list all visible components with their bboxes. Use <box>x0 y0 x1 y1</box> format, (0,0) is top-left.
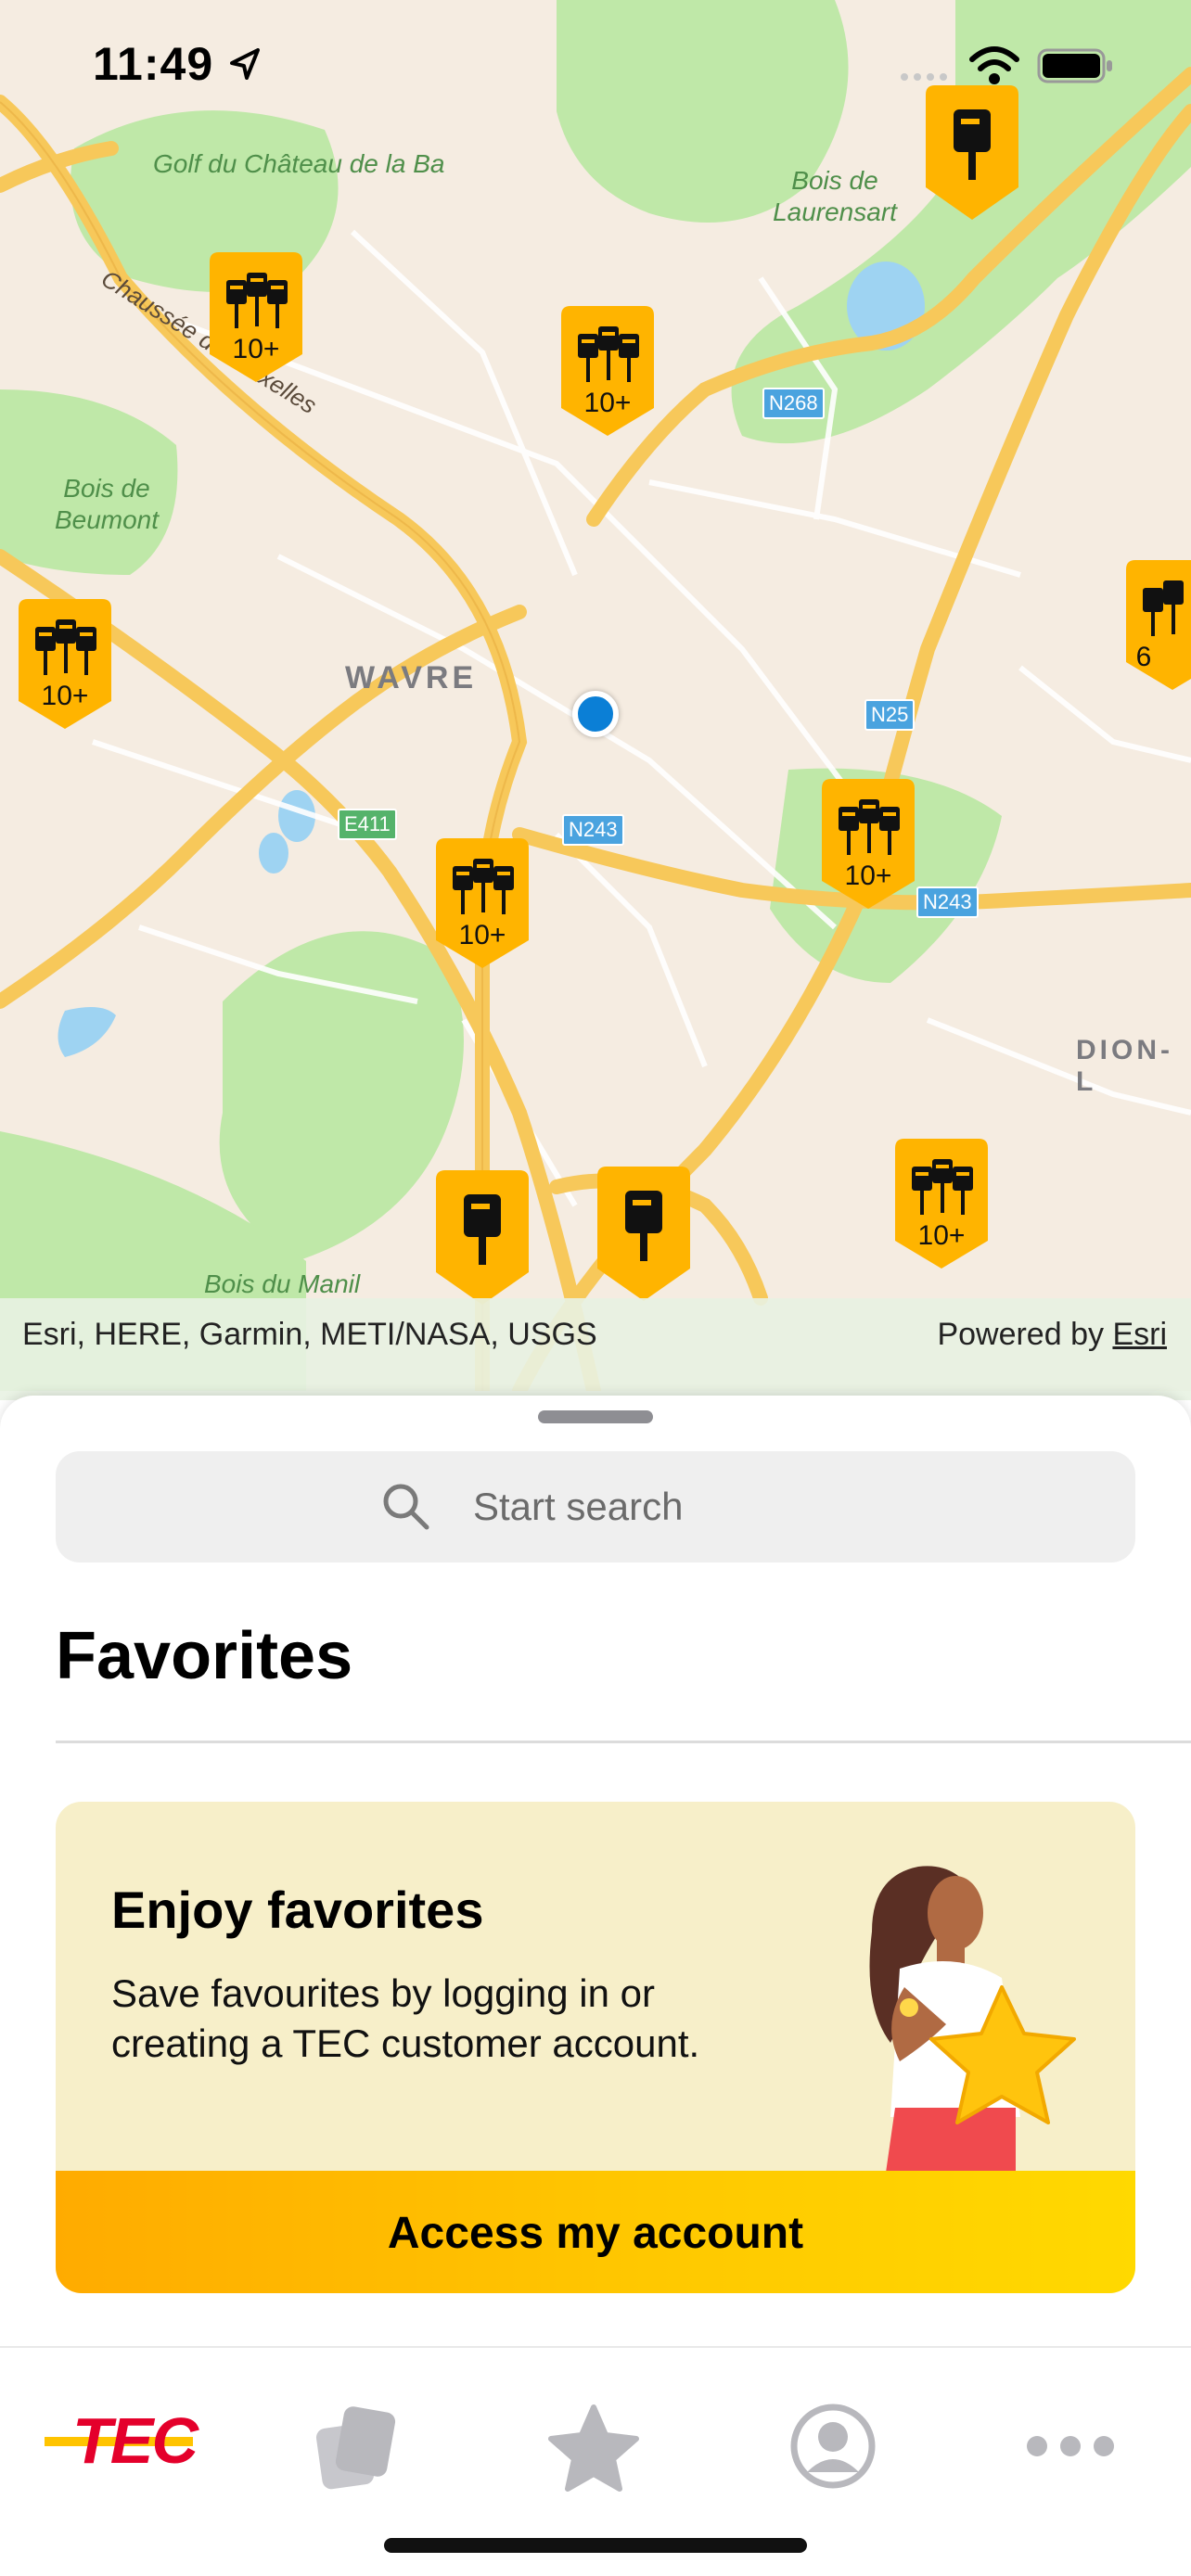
promo-body: Save favourites by logging in or creatin… <box>111 1971 700 2065</box>
road-shield-n268: N268 <box>762 388 825 419</box>
stop-cluster-count: 10+ <box>232 334 280 364</box>
section-divider <box>56 1741 1191 1743</box>
favorites-promo-card: Enjoy favorites Save favourites by loggi… <box>56 1802 1135 2293</box>
road-shield-n25: N25 <box>864 699 916 731</box>
stop-cluster-count: 10+ <box>583 388 632 418</box>
place-label-laurensart: Bois de Laurensart <box>773 166 897 226</box>
woman-holding-star-illustration <box>869 1866 1076 2173</box>
stop-cluster-count: 10+ <box>844 861 892 891</box>
place-label-beumont: Bois de Beumont <box>54 474 160 534</box>
current-location-dot <box>572 691 619 737</box>
esri-link[interactable]: Esri <box>1112 1317 1167 1352</box>
sheet-grabber[interactable] <box>538 1410 653 1423</box>
app-screen: Golf du Château de la Ba Bois de Laurens… <box>0 0 1191 2576</box>
bus-stop-icon <box>597 1167 690 1301</box>
stop-cluster-pin[interactable]: 10+ <box>552 306 663 436</box>
stop-cluster-count: 10+ <box>458 920 506 950</box>
favorites-heading: Favorites <box>56 1619 353 1693</box>
signal-dots-icon <box>901 73 947 81</box>
city-label-dion: DION-L <box>1076 1035 1173 1097</box>
bus-stop-icon <box>436 1170 529 1305</box>
tab-favorites[interactable] <box>501 2366 686 2515</box>
road-shield-e411: E411 <box>338 809 397 840</box>
stop-cluster-pin[interactable]: 10+ <box>813 779 924 909</box>
search-bar[interactable]: Start search <box>56 1451 1135 1562</box>
attribution-powered-by: Powered by Esri <box>937 1317 1167 1353</box>
status-bar: 11:49 <box>0 0 1191 130</box>
promo-title: Enjoy favorites <box>111 1881 484 1939</box>
stop-cluster-count: 10+ <box>41 681 89 711</box>
access-account-label: Access my account <box>387 2209 804 2258</box>
stop-cluster-pin[interactable]: 10+ <box>9 599 121 729</box>
tec-logo: TEC <box>72 2404 198 2477</box>
bus-stop-pin[interactable] <box>427 1170 538 1305</box>
place-label-manil: Bois du Manil <box>204 1269 361 1298</box>
place-label-golf: Golf du Château de la Ba <box>153 149 445 178</box>
tab-tickets[interactable] <box>263 2366 449 2515</box>
road-shield-n243-east: N243 <box>916 886 979 918</box>
tickets-icon <box>315 2406 396 2490</box>
tab-more[interactable] <box>978 2366 1163 2515</box>
stop-cluster-pin[interactable]: 10+ <box>200 252 312 382</box>
stop-cluster-pin[interactable]: 6 <box>1117 560 1191 690</box>
map-attribution: Esri, HERE, Garmin, METI/NASA, USGS Powe… <box>0 1298 1191 1400</box>
account-icon <box>790 2404 876 2489</box>
battery-icon <box>1037 48 1112 83</box>
search-placeholder: Start search <box>473 1485 684 1528</box>
search-icon <box>383 1484 429 1530</box>
map-view[interactable]: Golf du Château de la Ba Bois de Laurens… <box>0 0 1191 1391</box>
wifi-icon <box>969 46 1019 84</box>
powered-by-text: Powered by <box>937 1317 1113 1352</box>
star-icon <box>548 2404 639 2492</box>
bus-stop-pin[interactable] <box>588 1167 699 1301</box>
stop-cluster-pin[interactable]: 10+ <box>427 838 538 968</box>
stop-cluster-pin[interactable]: 10+ <box>886 1139 997 1269</box>
more-icon <box>1027 2436 1114 2456</box>
city-label-wavre: WAVRE <box>345 660 478 695</box>
tab-home[interactable]: TEC <box>26 2366 211 2515</box>
access-account-button[interactable]: Access my account <box>56 2171 1135 2293</box>
home-indicator[interactable] <box>384 2538 807 2553</box>
location-arrow-icon <box>230 48 260 80</box>
status-time: 11:49 <box>93 38 214 90</box>
tab-account[interactable] <box>740 2366 926 2515</box>
road-shield-n243: N243 <box>562 814 624 846</box>
attribution-sources: Esri, HERE, Garmin, METI/NASA, USGS <box>22 1317 597 1352</box>
stop-cluster-count: 6 <box>1135 642 1152 672</box>
stop-cluster-count: 10+ <box>917 1220 966 1251</box>
